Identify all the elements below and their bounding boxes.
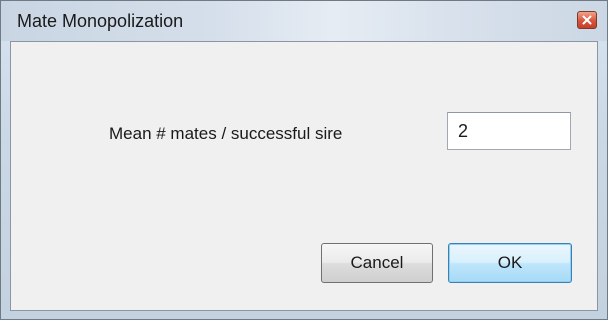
ok-button[interactable]: OK [448, 243, 572, 283]
dialog-body: Mean # mates / successful sire Cancel OK [10, 41, 598, 311]
close-icon [582, 15, 592, 25]
dialog-window: Mate Monopolization Mean # mates / succe… [0, 0, 608, 320]
cancel-button[interactable]: Cancel [321, 243, 433, 283]
window-title: Mate Monopolization [17, 11, 184, 31]
mates-input[interactable] [447, 112, 571, 150]
mates-field-label: Mean # mates / successful sire [109, 124, 343, 143]
title-bar[interactable]: Mate Monopolization [1, 1, 607, 41]
close-button[interactable] [577, 11, 597, 29]
